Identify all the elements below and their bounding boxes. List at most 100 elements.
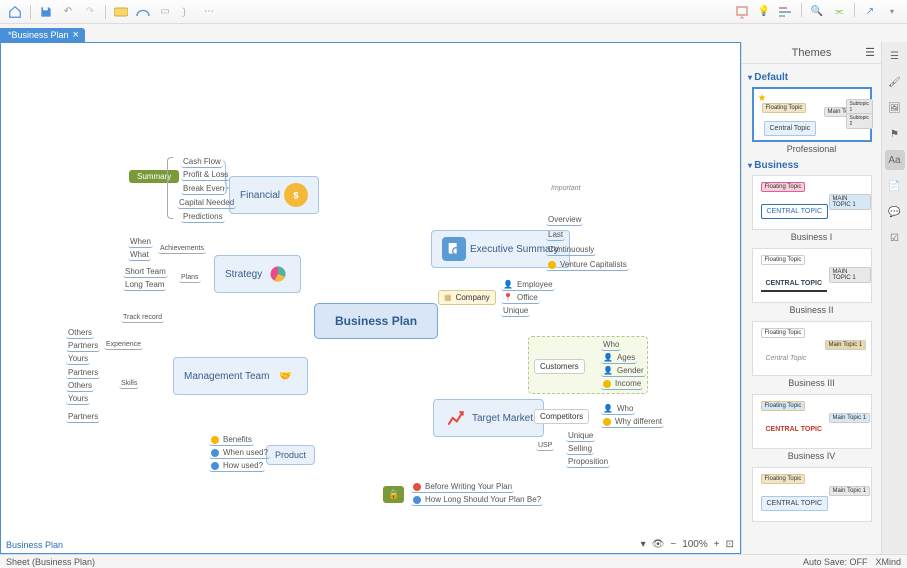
floating-topic[interactable]: 🔒 [383,486,404,503]
brand: XMind [875,557,901,567]
topic-icon[interactable] [112,3,130,21]
image-icon[interactable]: 🖼 [885,98,905,118]
leaf[interactable]: Overview [546,214,583,226]
zoom-in[interactable]: + [714,539,720,550]
leaf[interactable]: Last [546,229,565,241]
themes-icon[interactable]: Aa [885,150,905,170]
theme-category-business[interactable]: Business [748,160,875,171]
leaf[interactable]: Break Even [181,183,226,195]
leaf[interactable]: Capital Needed [177,197,236,209]
leaf[interactable]: Selling [566,443,594,455]
presentation-icon[interactable] [733,3,751,21]
leaf[interactable]: Short Team [123,266,168,278]
leaf[interactable]: When [128,236,153,248]
close-icon[interactable]: × [73,31,79,39]
leaf[interactable]: Benefits [209,434,254,446]
leaf[interactable]: 👤 Who [601,403,635,415]
task-icon[interactable]: ☑ [885,228,905,248]
leaf[interactable]: What [128,249,151,261]
theme-thumb-professional[interactable]: ★ Floating Topic Central Topic Main Topi… [752,87,872,142]
panel-menu-icon[interactable]: ☰ [865,46,875,59]
gantt-icon[interactable] [777,3,795,21]
theme-category-default[interactable]: Default [748,72,875,83]
save-icon[interactable] [37,3,55,21]
home-icon[interactable] [6,3,24,21]
leaf[interactable]: Yours [66,393,90,405]
leaf[interactable]: Predictions [181,211,225,223]
tab-business-plan[interactable]: *Business Plan × [0,28,85,42]
idea-icon[interactable]: 💡 [755,3,773,21]
sheet-link[interactable]: Business Plan [0,538,69,554]
theme-thumb-business2[interactable]: Floating Topic CENTRAL TOPIC MAIN TOPIC … [752,248,872,303]
leaf[interactable]: Yours [66,353,90,365]
branch-management[interactable]: Management Team 🤝 [173,357,308,395]
share-icon[interactable]: ⫘ [830,3,848,21]
relationship-icon[interactable] [134,3,152,21]
leaf[interactable]: 👤 Employee [501,279,555,291]
leaf[interactable]: Partners [66,411,100,423]
leaf[interactable]: Others [66,327,94,339]
leaf[interactable]: Unique [501,305,530,317]
leaf[interactable]: Who [601,339,621,351]
subgroup[interactable]: Plans [179,273,201,283]
leaf[interactable]: Before Writing Your Plan [411,481,514,493]
eye-icon[interactable]: 👁 [652,539,665,550]
branch-target-market[interactable]: Target Market [433,399,544,437]
subgroup-competitors[interactable]: Competitors [534,409,589,424]
subgroup[interactable]: Achievements [158,244,206,254]
leaf[interactable]: Others [66,380,94,392]
theme-thumb-business3[interactable]: Floating Topic Central Topic Main Topic … [752,321,872,376]
outline-icon[interactable]: ☰ [885,46,905,66]
document-tabs: *Business Plan × [0,24,907,42]
theme-thumb-business1[interactable]: Floating Topic CENTRAL TOPIC MAIN TOPIC … [752,175,872,230]
undo-icon[interactable]: ↶ [59,3,77,21]
leaf[interactable]: Partners [66,367,100,379]
leaf[interactable]: How used? [209,460,265,472]
export-icon[interactable]: ↗ [861,3,879,21]
hands-icon: 🤝 [273,364,297,388]
branch-financial[interactable]: Financial $ [229,176,319,214]
mindmap-canvas[interactable]: Business Plan Financial $ Summary Cash F… [0,42,741,554]
notes-icon[interactable]: 📄 [885,176,905,196]
leaf[interactable]: Partners [66,340,100,352]
summary-icon[interactable]: 〕 [178,3,196,21]
comments-icon[interactable]: 💬 [885,202,905,222]
leaf[interactable]: Why different [601,416,664,428]
theme-thumb-business4[interactable]: Floating Topic CENTRAL TOPIC Main Topic … [752,394,872,449]
branch-strategy[interactable]: Strategy [214,255,301,293]
leaf[interactable]: Continuously [546,244,596,256]
theme-thumb-more[interactable]: Floating Topic CENTRAL TOPIC Main Topic … [752,467,872,522]
leaf[interactable]: Unique [566,430,595,442]
boundary-icon[interactable]: ▭ [156,3,174,21]
format-icon[interactable]: 🖌 [885,72,905,92]
subgroup[interactable]: Skills [119,379,139,389]
leaf[interactable]: Venture Capitalists [546,259,629,271]
subgroup[interactable]: Experience [104,340,143,350]
zoom-out[interactable]: − [670,539,676,550]
branch-product[interactable]: Product [266,445,315,465]
right-sidebar: ☰ 🖌 🖼 ⚑ Aa 📄 💬 ☑ [881,42,907,554]
central-topic[interactable]: Business Plan [314,303,438,339]
leaf[interactable]: 📍 Office [501,292,540,304]
fit-icon[interactable]: ⊡ [726,539,734,550]
branch-company[interactable]: ▦ Company [438,290,496,305]
marker-icon [413,483,421,491]
leaf[interactable]: Cash Flow [181,156,223,168]
leaf[interactable]: 👤 Ages [601,352,637,364]
leaf[interactable]: 👤 Gender [601,365,646,377]
leaf[interactable]: Long Team [123,279,166,291]
leaf[interactable]: Proposition [566,456,610,468]
search-icon[interactable]: 🔍 [808,3,826,21]
filter-icon[interactable]: ▾ [641,539,646,550]
redo-icon[interactable]: ↷ [81,3,99,21]
leaf[interactable]: Profit & Loss [181,169,230,181]
subgroup[interactable]: Track record [121,313,164,323]
subgroup-usp[interactable]: USP [536,441,554,451]
chevron-down-icon[interactable]: ▾ [883,3,901,21]
more-icon[interactable]: ⋯ [200,3,218,21]
subgroup-customers[interactable]: Customers [534,359,585,374]
leaf[interactable]: How Long Should Your Plan Be? [411,494,543,506]
leaf[interactable]: When used? [209,447,270,459]
leaf[interactable]: Income [601,378,643,390]
marker-icon[interactable]: ⚑ [885,124,905,144]
